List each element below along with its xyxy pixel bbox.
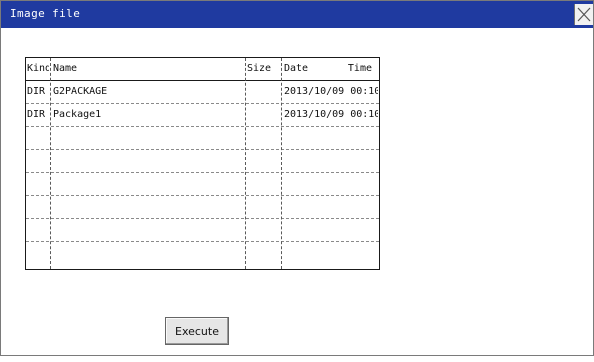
table-row[interactable] (26, 242, 379, 264)
row-date-time (284, 127, 378, 149)
column-divider (50, 58, 51, 269)
column-header-size[interactable]: Size (247, 58, 279, 80)
column-header-kind[interactable]: Kind (27, 58, 49, 80)
row-name (53, 173, 243, 195)
row-date-time (284, 173, 378, 195)
image-file-dialog: Image file Kind Name Size Date Time DIR … (0, 0, 594, 356)
row-kind (27, 242, 49, 264)
table-row[interactable]: DIR Package1 2013/10/09 00:10 (26, 104, 379, 127)
title-bar: Image file (1, 1, 593, 28)
row-size (247, 219, 279, 241)
row-date-time (284, 242, 378, 264)
table-row[interactable] (26, 150, 379, 173)
column-header-time: Time (347, 63, 372, 74)
table-row[interactable] (26, 173, 379, 196)
row-size (247, 242, 279, 264)
row-size (247, 104, 279, 126)
row-size (247, 81, 279, 103)
execute-button[interactable]: Execute (165, 317, 229, 345)
row-date-time (284, 219, 378, 241)
column-header-name[interactable]: Name (53, 58, 243, 80)
row-kind (27, 150, 49, 172)
row-name (53, 127, 243, 149)
row-kind: DIR (27, 109, 46, 120)
row-size (247, 127, 279, 149)
row-size (247, 196, 279, 218)
row-kind (27, 173, 49, 195)
row-kind (27, 127, 49, 149)
row-name (53, 242, 243, 264)
row-name: G2PACKAGE (53, 86, 108, 97)
window-title: Image file (10, 7, 81, 20)
row-kind: DIR (27, 86, 46, 97)
file-list-table: Kind Name Size Date Time DIR G2PACKAGE 2… (25, 57, 380, 270)
row-name (53, 150, 243, 172)
table-row[interactable] (26, 196, 379, 219)
row-size (247, 150, 279, 172)
column-divider (281, 58, 282, 269)
table-row[interactable] (26, 127, 379, 150)
column-header-date: Date (284, 63, 309, 74)
row-size (247, 173, 279, 195)
row-date-time (284, 150, 378, 172)
row-name (53, 219, 243, 241)
row-name: Package1 (53, 109, 102, 120)
row-date-time (284, 196, 378, 218)
row-kind (27, 219, 49, 241)
row-date-time: 2013/10/09 00:10 (284, 86, 378, 97)
table-row[interactable]: DIR G2PACKAGE 2013/10/09 00:10 (26, 81, 379, 104)
column-divider (245, 58, 246, 269)
table-row[interactable] (26, 219, 379, 242)
row-kind (27, 196, 49, 218)
row-name (53, 196, 243, 218)
close-icon (577, 7, 591, 22)
close-button[interactable] (574, 4, 593, 25)
column-header-date-time[interactable]: Date Time (284, 58, 378, 80)
table-header-row: Kind Name Size Date Time (26, 58, 379, 81)
row-date-time: 2013/10/09 00:10 (284, 109, 378, 120)
